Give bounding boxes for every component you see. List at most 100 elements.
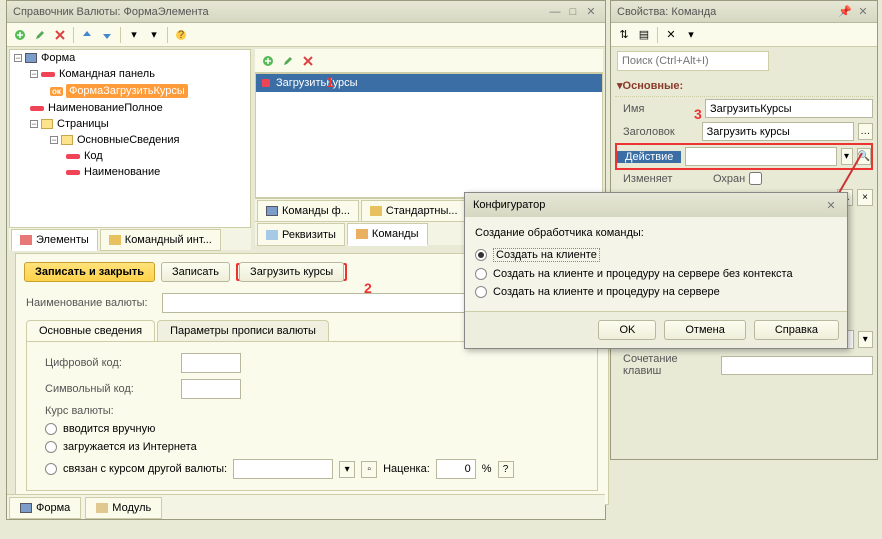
tree-basic[interactable]: −ОсновныеСведения — [10, 132, 250, 148]
label-margin: Наценка: — [383, 463, 430, 475]
open-icon[interactable]: ▫ — [361, 461, 377, 478]
left-titlebar: Справочник Валюты: ФормаЭлемента — □ ✕ — [7, 1, 605, 23]
prop-name-input[interactable] — [705, 99, 873, 118]
dropdown-icon[interactable]: ▾ — [841, 148, 853, 165]
filter-icon[interactable]: ✕ — [662, 26, 680, 44]
tree-kod[interactable]: Код — [10, 148, 250, 164]
form-icon — [266, 206, 278, 216]
command-icon — [262, 79, 270, 87]
close-icon[interactable]: ✕ — [583, 4, 599, 20]
dlg-radio-client[interactable] — [475, 249, 487, 261]
clear-icon[interactable]: × — [857, 189, 873, 206]
section-main[interactable]: ▾Основные: — [615, 75, 873, 97]
tab-cmd-interface[interactable]: Командный инт... — [100, 229, 221, 251]
margin-input[interactable] — [436, 459, 476, 479]
radio-manual[interactable] — [45, 423, 57, 435]
cmd-delete-icon[interactable] — [299, 52, 317, 70]
dialog-title: Конфигуратор — [473, 199, 821, 211]
edit-icon[interactable] — [31, 26, 49, 44]
add-icon[interactable] — [11, 26, 29, 44]
pin-icon[interactable]: 📌 — [837, 4, 853, 20]
dlg-radio-noctx[interactable] — [475, 268, 487, 280]
save-button[interactable]: Записать — [161, 262, 230, 282]
linked-currency-input[interactable] — [233, 459, 333, 479]
cmd-edit-icon[interactable] — [279, 52, 297, 70]
tree-root[interactable]: −Форма — [10, 50, 250, 66]
dlg-radio-server[interactable] — [475, 286, 487, 298]
dialog-close-icon[interactable]: ✕ — [823, 197, 839, 213]
dialog-titlebar: Конфигуратор ✕ — [465, 193, 847, 217]
tree-name[interactable]: Наименование — [10, 164, 250, 180]
panel-icon[interactable]: ▾ — [125, 26, 143, 44]
command-item[interactable]: ЗагрузитьКурсы — [256, 74, 602, 92]
moveup-icon[interactable] — [78, 26, 96, 44]
commands-list[interactable]: ЗагрузитьКурсы — [255, 73, 603, 198]
label-currency-name: Наименование валюты: — [26, 297, 156, 309]
marker-2: 2 — [364, 280, 372, 296]
tab-rekv[interactable]: Реквизиты — [257, 223, 345, 246]
ok-icon: ок — [50, 87, 63, 96]
dialog-subtitle: Создание обработчика команды: — [475, 227, 837, 245]
prop-hotkey-input[interactable] — [721, 356, 873, 375]
inner-tab-params[interactable]: Параметры прописи валюты — [157, 320, 329, 341]
tree-namefull[interactable]: НаименованиеПолное — [10, 100, 250, 116]
cmd-toolbar — [255, 49, 603, 73]
footer-tabs: Форма Модуль — [7, 494, 605, 519]
movedown-icon[interactable] — [98, 26, 116, 44]
marker-1: 1 — [326, 74, 334, 90]
dropdown-icon[interactable]: ▾ — [682, 26, 700, 44]
prop-row-zagolovok: Заголовок … — [615, 120, 873, 143]
dropdown-icon[interactable]: ▾ — [339, 461, 355, 478]
close-icon[interactable]: ✕ — [855, 4, 871, 20]
radio-linked[interactable] — [45, 463, 57, 475]
right-titlebar: Свойства: Команда 📌 ✕ — [611, 1, 877, 23]
inner-tab-basic[interactable]: Основные сведения — [26, 320, 155, 341]
prop-row-action: Действие ▾ 🔍 — [615, 143, 873, 170]
tree-formcmd[interactable]: ок ФормаЗагрузитьКурсы — [10, 82, 250, 100]
dialog-cancel-button[interactable]: Отмена — [664, 320, 745, 340]
label-rate: Курс валюты: — [45, 405, 175, 417]
sort-az-icon[interactable]: ⇅ — [615, 26, 633, 44]
categories-icon[interactable]: ▤ — [635, 26, 653, 44]
dropdown-icon[interactable]: ▾ — [858, 331, 873, 348]
prop-changes-checkbox[interactable] — [749, 172, 762, 185]
form-icon — [20, 503, 32, 513]
tab-std[interactable]: Стандартны... — [361, 200, 467, 222]
maximize-icon[interactable]: □ — [565, 4, 581, 20]
help-small-icon[interactable]: ? — [498, 461, 514, 478]
module-icon — [96, 503, 108, 513]
load-rates-button[interactable]: Загрузить курсы — [239, 262, 344, 282]
ellipsis-icon[interactable]: … — [858, 123, 873, 140]
prop-action-input[interactable] — [685, 147, 837, 166]
footer-tab-module[interactable]: Модуль — [85, 497, 162, 519]
prop-row-changes: Изменяет Охран — [615, 170, 873, 187]
tree-pages[interactable]: −Страницы — [10, 116, 250, 132]
tree-area[interactable]: −Форма −Командная панель ок ФормаЗагрузи… — [9, 49, 251, 245]
digital-code-input[interactable] — [181, 353, 241, 373]
symbol-code-input[interactable] — [181, 379, 241, 399]
prop-title-input[interactable] — [702, 122, 854, 141]
prop-toolbar: ⇅ ▤ ✕ ▾ — [611, 23, 877, 47]
label-symbol: Символьный код: — [45, 383, 175, 395]
tab-elements[interactable]: Элементы — [11, 229, 98, 251]
left-toolbar: ▾ ▾ ? — [7, 23, 605, 47]
prop-row-name: Имя — [615, 97, 873, 120]
tab-cmds[interactable]: Команды — [347, 223, 428, 246]
minimize-icon[interactable]: — — [547, 4, 563, 20]
dialog-help-button[interactable]: Справка — [754, 320, 839, 340]
prop-row-hotkey: Сочетание клавиш — [615, 351, 873, 379]
footer-tab-form[interactable]: Форма — [9, 497, 81, 519]
tab-cmdsf[interactable]: Команды ф... — [257, 200, 359, 222]
cmd-add-icon[interactable] — [259, 52, 277, 70]
columns-icon[interactable]: ▾ — [145, 26, 163, 44]
help-icon[interactable]: ? — [172, 26, 190, 44]
load-rates-highlight: Загрузить курсы — [236, 263, 347, 281]
label-digital: Цифровой код: — [45, 357, 175, 369]
radio-internet[interactable] — [45, 441, 57, 453]
dialog-ok-button[interactable]: OK — [598, 320, 656, 340]
tree-cmdpanel[interactable]: −Командная панель — [10, 66, 250, 82]
delete-icon[interactable] — [51, 26, 69, 44]
prop-search[interactable] — [617, 51, 769, 71]
save-close-button[interactable]: Записать и закрыть — [24, 262, 155, 282]
svg-text:?: ? — [178, 29, 184, 41]
